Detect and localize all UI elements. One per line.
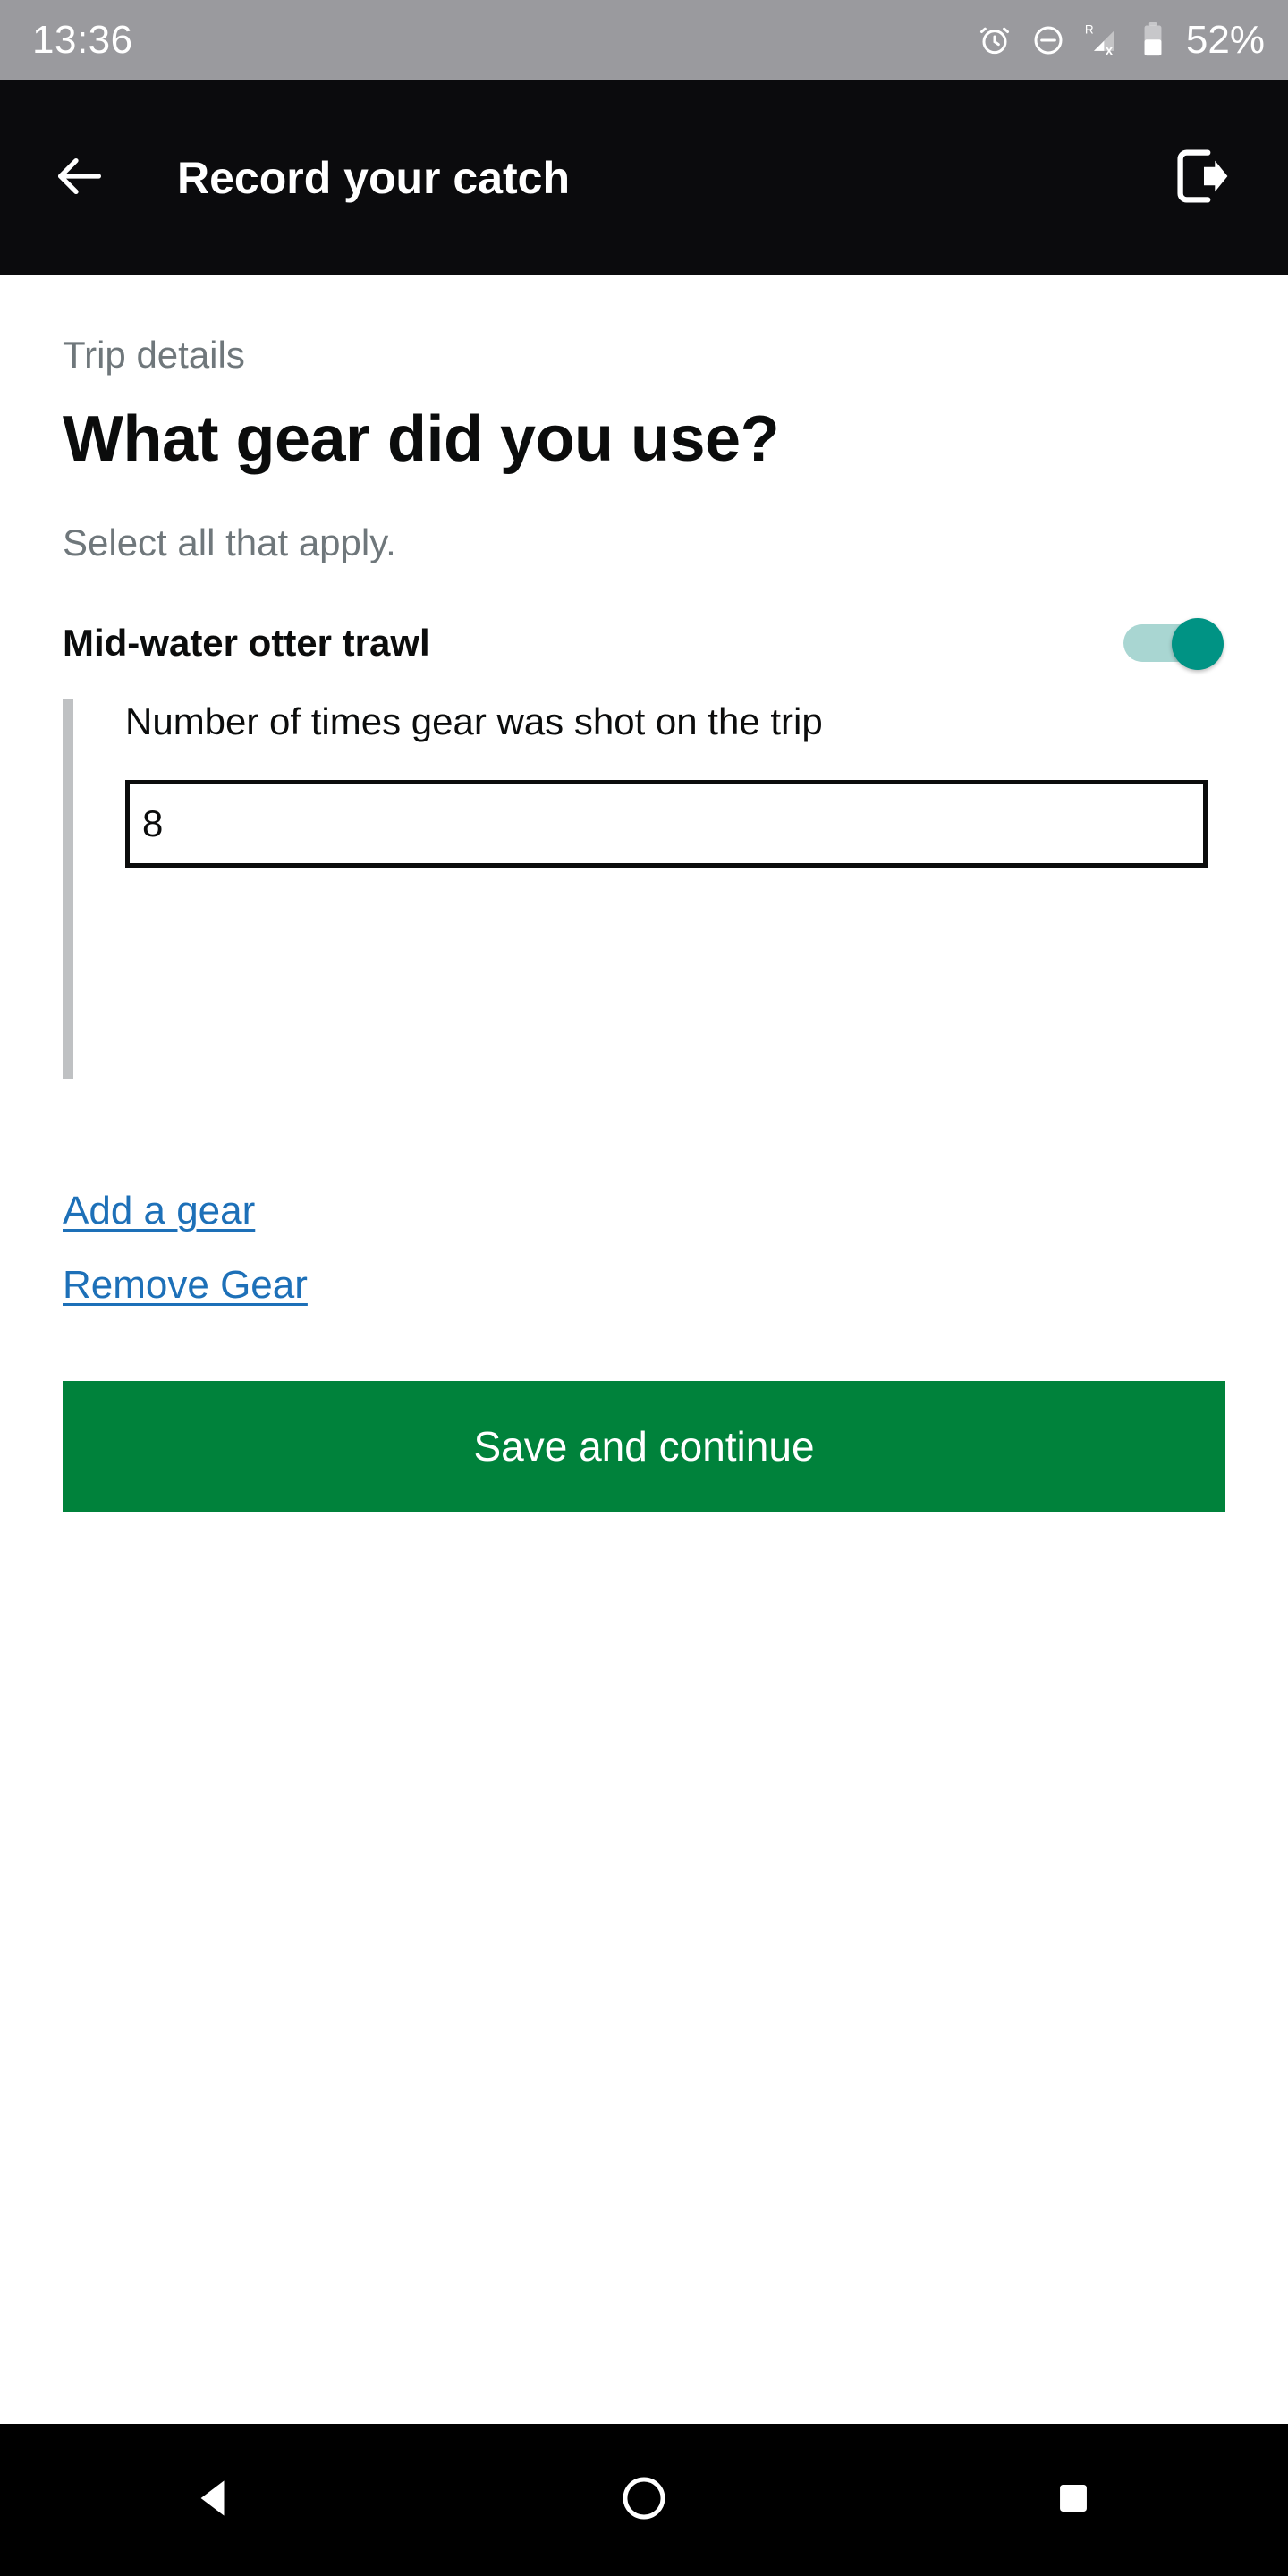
sign-out-icon (1169, 144, 1233, 213)
gear-actions: Add a gear Remove Gear (63, 1186, 1225, 1309)
conditional-accent-bar (63, 699, 73, 1079)
add-a-gear-link[interactable]: Add a gear (63, 1186, 255, 1235)
svg-text:R: R (1085, 22, 1094, 36)
do-not-disturb-icon (1030, 22, 1066, 58)
arrow-left-icon (51, 148, 108, 209)
back-button[interactable] (41, 140, 118, 216)
form-hint: Select all that apply. (63, 521, 396, 564)
sign-out-button[interactable] (1163, 140, 1240, 216)
conditional-panel: Number of times gear was shot on the tri… (63, 699, 1225, 1079)
toggle-thumb (1172, 617, 1224, 670)
shot-count-input[interactable] (125, 780, 1208, 869)
remove-gear-link[interactable]: Remove Gear (63, 1260, 308, 1309)
square-recents-icon (1053, 2478, 1094, 2523)
shot-count-label: Number of times gear was shot on the tri… (125, 699, 823, 742)
status-bar: 13:36 R x 52% (0, 0, 1288, 80)
section-caption: Trip details (63, 334, 245, 376)
circle-home-icon (619, 2473, 669, 2528)
remove-gear-row: Remove Gear (63, 1260, 1225, 1309)
signal-roaming-no-service-icon: R x (1084, 21, 1123, 60)
nav-home-button[interactable] (559, 2424, 729, 2576)
nav-back-button[interactable] (130, 2424, 300, 2576)
triangle-back-icon (190, 2473, 240, 2528)
battery-percent-label: 52% (1185, 18, 1265, 62)
main-content: Trip details What gear did you use? Sele… (0, 275, 1288, 2424)
add-gear-row: Add a gear (63, 1186, 1225, 1235)
svg-text:x: x (1106, 44, 1113, 58)
alarm-clock-icon (977, 22, 1013, 58)
question-heading: What gear did you use? (63, 403, 780, 476)
gear-toggle-row[interactable]: Mid-water otter trawl (63, 608, 1225, 678)
android-nav-bar (0, 2424, 1288, 2576)
battery-icon (1141, 21, 1165, 59)
nav-recents-button[interactable] (988, 2424, 1158, 2576)
status-bar-clock: 13:36 (32, 18, 133, 62)
app-screen: 13:36 R x 52% Record your catch Trip det… (0, 0, 1288, 2576)
status-bar-icons: R x 52% (977, 18, 1265, 63)
page-title: Record your catch (177, 153, 571, 203)
app-bar: Record your catch (0, 80, 1288, 275)
gear-label: Mid-water otter trawl (63, 621, 430, 664)
gear-toggle-switch[interactable] (1123, 617, 1224, 670)
save-and-continue-button[interactable]: Save and continue (63, 1380, 1225, 1512)
